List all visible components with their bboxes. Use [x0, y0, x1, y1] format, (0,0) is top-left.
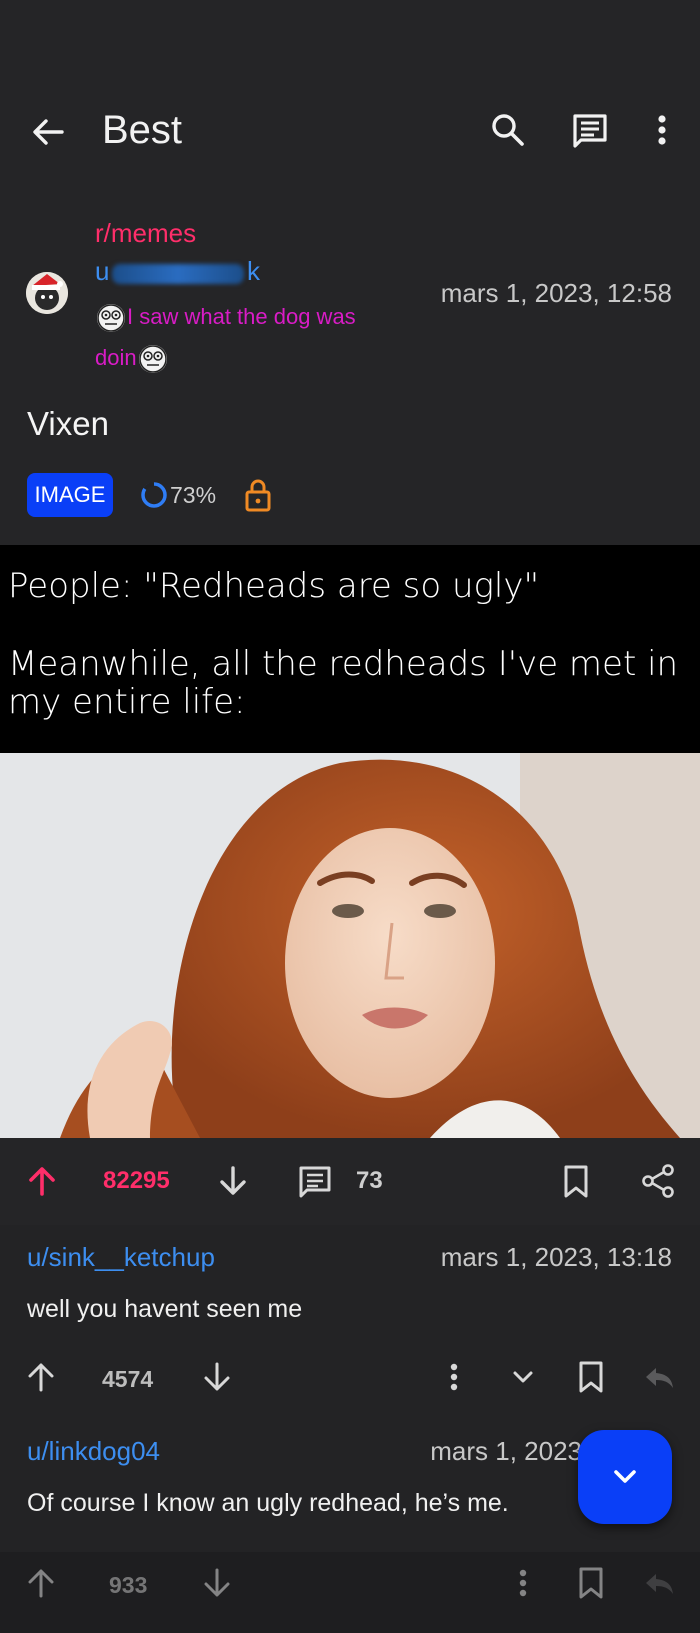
post-image[interactable] [0, 753, 700, 1138]
comment-author[interactable]: u/linkdog04 [27, 1436, 160, 1467]
meme-caption-line1: People: "Redheads are so ugly" [8, 566, 540, 606]
flair-text: I saw what the dog was doin [95, 304, 356, 370]
author-link[interactable]: u [95, 256, 109, 287]
upvote-icon[interactable] [24, 1360, 58, 1394]
more-vert-icon[interactable] [506, 1566, 540, 1600]
flair-face-icon [138, 345, 167, 374]
reply-icon[interactable] [642, 1360, 676, 1394]
comments-icon[interactable] [570, 110, 610, 150]
author-redaction [112, 264, 244, 284]
downvote-icon[interactable] [200, 1566, 234, 1600]
share-icon[interactable] [640, 1163, 676, 1199]
post-score: 82295 [103, 1167, 170, 1194]
top-app-bar: Best [0, 0, 700, 210]
more-vert-icon[interactable] [642, 110, 682, 150]
chevron-down-icon [614, 1470, 636, 1483]
author-link-suffix[interactable]: k [247, 256, 260, 287]
comment-timestamp: mars 1, 2023, 13:18 [440, 1242, 672, 1272]
comments-icon[interactable] [297, 1163, 333, 1199]
downvote-icon[interactable] [200, 1360, 234, 1394]
upvote-icon[interactable] [24, 1163, 60, 1199]
comment-body: well you havent seen me [27, 1295, 303, 1323]
back-arrow-icon[interactable] [28, 112, 68, 152]
upvote-ratio: 73% [170, 482, 217, 508]
reply-icon[interactable] [642, 1566, 676, 1600]
comment-timestamp: mars 1, 2023 [430, 1436, 582, 1466]
subreddit-link[interactable]: r/memes [95, 218, 196, 249]
comment-body: Of course I know an ugly redhead, he’s m… [27, 1489, 509, 1517]
comment-author[interactable]: u/sink__ketchup [27, 1242, 215, 1273]
lock-icon [243, 478, 273, 512]
bookmark-icon[interactable] [574, 1566, 608, 1600]
bookmark-icon[interactable] [574, 1360, 608, 1394]
user-flair: I saw what the dog was doin [95, 296, 395, 378]
post-title: Vixen [27, 405, 109, 442]
comment-item: u/sink__ketchup mars 1, 2023, 13:18 well… [0, 1225, 700, 1415]
meme-caption: People: "Redheads are so ugly" Meanwhile… [0, 545, 700, 753]
scroll-down-fab[interactable] [578, 1430, 672, 1524]
upvote-ratio-icon [140, 481, 168, 509]
post-header: r/memes u k I saw what the dog was doin … [0, 210, 700, 545]
comment-action-row: 933 [0, 1552, 700, 1633]
upvote-icon[interactable] [24, 1566, 58, 1600]
more-vert-icon[interactable] [437, 1360, 471, 1394]
post-action-bar: 82295 73 [0, 1138, 700, 1225]
post-timestamp: mars 1, 2023, 12:58 [440, 278, 672, 308]
flair-face-icon [97, 304, 125, 333]
avatar[interactable] [26, 272, 68, 314]
comment-score: 4574 [102, 1366, 154, 1392]
downvote-icon[interactable] [215, 1163, 251, 1199]
comment-score: 933 [109, 1572, 148, 1598]
search-icon[interactable] [488, 110, 528, 150]
collapse-chevron-icon[interactable] [506, 1360, 540, 1394]
meme-caption-line2: Meanwhile, all the redheads I've met in … [8, 644, 679, 722]
post-type-badge: IMAGE [27, 473, 113, 517]
page-title: Best [102, 108, 183, 152]
bookmark-icon[interactable] [558, 1163, 594, 1199]
comment-count: 73 [356, 1167, 383, 1194]
